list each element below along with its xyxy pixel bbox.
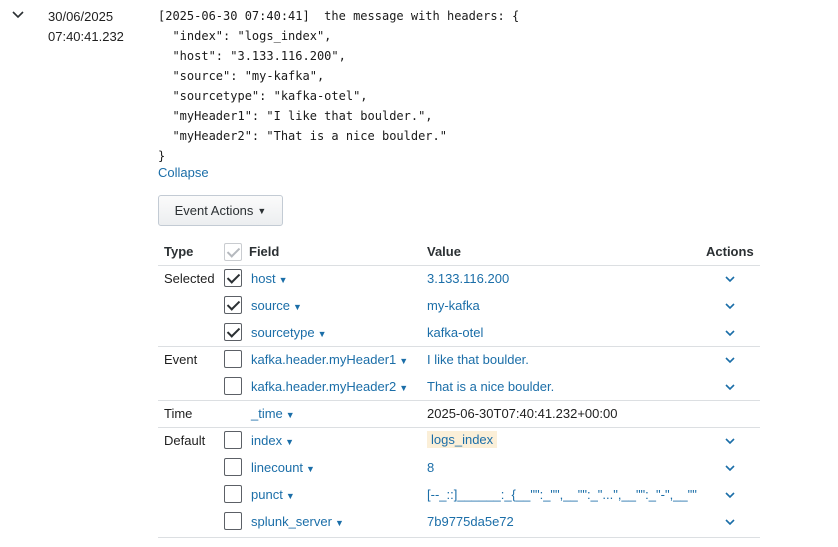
chevron-down-icon[interactable] xyxy=(723,272,737,286)
caret-down-icon: ▼ xyxy=(278,275,288,285)
field-name-label: host xyxy=(251,271,276,286)
field-select-checkbox[interactable] xyxy=(224,431,242,449)
event-date: 30/06/2025 xyxy=(48,9,114,24)
field-value[interactable]: [--_::]______:_{__"":_"",__"":_"...",__"… xyxy=(427,487,697,502)
column-header-actions: Actions xyxy=(706,244,754,259)
column-header-value: Value xyxy=(427,244,461,259)
caret-down-icon: ▼ xyxy=(306,464,315,474)
caret-down-icon: ▼ xyxy=(285,437,294,447)
chevron-down-icon[interactable] xyxy=(10,7,26,23)
row-type: Event xyxy=(164,352,198,367)
field-name-sourcetype[interactable]: sourcetype ▼ xyxy=(251,325,327,340)
event-actions-button[interactable]: Event Actions ▼ xyxy=(158,195,283,226)
table-row: splunk_server ▼ 7b9775da5e72 xyxy=(0,508,838,535)
field-value[interactable]: 7b9775da5e72 xyxy=(427,514,514,529)
table-row: kafka.header.myHeader2 ▼ That is a nice bo… xyxy=(0,373,838,400)
event-timestamp: 30/06/2025 07:40:41.232 xyxy=(48,7,124,47)
caret-down-icon: ▼ xyxy=(317,329,327,339)
row-type: Selected xyxy=(164,271,215,286)
caret-down-icon: ▼ xyxy=(285,491,295,501)
table-row: Default index ▼ logs_index xyxy=(0,427,838,454)
field-value[interactable]: I like that boulder. xyxy=(427,352,529,367)
field-select-checkbox[interactable] xyxy=(224,269,242,287)
field-name-kafka-header-myheader1[interactable]: kafka.header.myHeader1 ▼ xyxy=(251,352,408,367)
field-select-checkbox[interactable] xyxy=(224,377,242,395)
caret-down-icon: ▼ xyxy=(293,302,302,312)
field-name-label: kafka.header.myHeader1 xyxy=(251,352,397,367)
select-all-checkbox xyxy=(224,243,242,261)
table-row: sourcetype ▼ kafka-otel xyxy=(0,319,838,346)
collapse-link[interactable]: Collapse xyxy=(158,165,209,180)
field-select-checkbox[interactable] xyxy=(224,296,242,314)
field-name-label: punct xyxy=(251,487,283,502)
row-type: Time xyxy=(164,406,193,421)
chevron-down-icon[interactable] xyxy=(723,461,737,475)
field-value[interactable]: 3.133.116.200 xyxy=(427,271,509,286)
table-row: Selected host ▼ 3.133.116.200 xyxy=(0,265,838,292)
field-name-splunk-server[interactable]: splunk_server ▼ xyxy=(251,514,344,529)
field-name-label: index xyxy=(251,433,283,448)
field-select-checkbox[interactable] xyxy=(224,350,242,368)
field-name-kafka-header-myheader2[interactable]: kafka.header.myHeader2 ▼ xyxy=(251,379,408,394)
field-name-label: _time xyxy=(251,406,283,421)
table-divider xyxy=(158,537,760,538)
table-row: punct ▼ [--_::]______:_{__"":_"",__"":_"..… xyxy=(0,481,838,508)
field-name-label: linecount xyxy=(251,460,304,475)
field-value[interactable]: That is a nice boulder. xyxy=(427,379,554,394)
chevron-down-icon[interactable] xyxy=(723,515,737,529)
raw-event-text: [2025-06-30 07:40:41] the message with h… xyxy=(158,9,520,163)
field-value[interactable]: my-kafka xyxy=(427,298,480,313)
table-row: Time _time ▼ 2025-06-30T07:40:41.232+00:00 xyxy=(0,400,838,427)
field-name-label: splunk_server xyxy=(251,514,332,529)
caret-down-icon: ▼ xyxy=(399,383,409,393)
chevron-down-icon[interactable] xyxy=(723,353,737,367)
field-name-label: kafka.header.myHeader2 xyxy=(251,379,397,394)
field-value[interactable]: kafka-otel xyxy=(427,325,483,340)
caret-down-icon: ▼ xyxy=(257,205,267,216)
table-row: Event kafka.header.myHeader1 ▼ I like that … xyxy=(0,346,838,373)
chevron-down-icon[interactable] xyxy=(723,326,737,340)
field-select-checkbox[interactable] xyxy=(224,458,242,476)
field-name-linecount[interactable]: linecount ▼ xyxy=(251,460,315,475)
field-value[interactable]: 8 xyxy=(427,460,434,475)
field-name-source[interactable]: source ▼ xyxy=(251,298,302,313)
chevron-down-icon[interactable] xyxy=(723,488,737,502)
field-name-host[interactable]: host ▼ xyxy=(251,271,288,286)
field-name-label: sourcetype xyxy=(251,325,315,340)
field-name-label: source xyxy=(251,298,291,313)
field-name-index[interactable]: index ▼ xyxy=(251,433,294,448)
caret-down-icon: ▼ xyxy=(334,518,344,528)
chevron-down-icon[interactable] xyxy=(723,380,737,394)
table-row: linecount ▼ 8 xyxy=(0,454,838,481)
row-type: Default xyxy=(164,433,206,448)
table-row: source ▼ my-kafka xyxy=(0,292,838,319)
chevron-down-icon[interactable] xyxy=(723,434,737,448)
column-header-type: Type xyxy=(164,244,194,259)
field-name-punct[interactable]: punct ▼ xyxy=(251,487,295,502)
event-actions-label: Event Actions xyxy=(174,203,254,218)
column-header-field: Field xyxy=(249,244,280,259)
field-select-checkbox[interactable] xyxy=(224,485,242,503)
event-time: 07:40:41.232 xyxy=(48,29,124,44)
field-select-checkbox[interactable] xyxy=(224,512,242,530)
caret-down-icon: ▼ xyxy=(399,356,409,366)
field-value: 2025-06-30T07:40:41.232+00:00 xyxy=(427,406,618,421)
field-value[interactable]: logs_index xyxy=(427,431,498,448)
caret-down-icon: ▼ xyxy=(285,410,295,420)
field-name-time[interactable]: _time ▼ xyxy=(251,406,295,421)
field-select-checkbox[interactable] xyxy=(224,323,242,341)
chevron-down-icon[interactable] xyxy=(723,299,737,313)
